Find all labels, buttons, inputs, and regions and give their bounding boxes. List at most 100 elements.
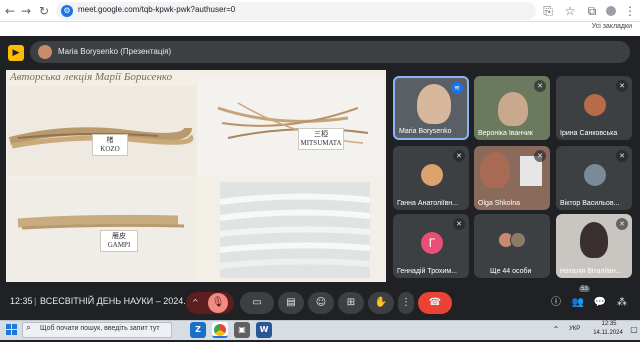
search-icon: ⌕ <box>26 323 32 333</box>
present-screen-icon[interactable]: ⊞ <box>347 297 355 308</box>
participant-video <box>580 222 608 258</box>
photos-app-icon[interactable]: ▣ <box>234 322 250 338</box>
zoom-app-icon[interactable]: Z <box>190 322 206 338</box>
reload-icon[interactable]: ↻ <box>36 3 52 19</box>
presenter-name: Maria Borysenko (Презентація) <box>58 47 172 56</box>
camera-icon[interactable]: ▭ <box>252 297 261 308</box>
activities-icon[interactable]: ⁂ <box>614 295 630 311</box>
photo-paper-stack <box>219 182 371 278</box>
participant-tile-iryna[interactable]: ✕ Ірина Санковська <box>556 76 632 140</box>
participant-avatar <box>584 94 606 116</box>
bookmarks-bar: Усі закладки <box>0 22 640 36</box>
info-icon[interactable]: ⓘ <box>548 295 564 311</box>
people-icon[interactable]: 👥 <box>570 295 586 311</box>
participant-name: Maria Borysenko <box>399 128 452 135</box>
emoji-icon[interactable]: ☺ <box>316 297 326 308</box>
search-placeholder: Щоб почати пошук, введіть запит тут <box>40 325 160 332</box>
back-icon[interactable]: ← <box>2 3 18 19</box>
url-text: meet.google.com/tqb-kpwk-pwk?authuser=0 <box>78 5 236 14</box>
all-bookmarks-button[interactable]: Усі закладки <box>592 23 632 30</box>
end-call-icon[interactable]: ☎ <box>429 297 441 308</box>
speaking-icon: ≋ <box>451 82 463 94</box>
network-icon[interactable]: ⌃ <box>548 322 564 338</box>
camera-toggle[interactable]: ▭ <box>240 292 274 314</box>
menu-dots-icon[interactable]: ⋮ <box>622 3 638 19</box>
language-indicator[interactable]: УКР <box>569 326 580 332</box>
mitsumata-fiber-icon <box>217 102 369 144</box>
captions-button[interactable]: ▤ <box>278 292 304 314</box>
taskbar-clock[interactable]: 12:35 <box>594 321 624 327</box>
chat-icon[interactable]: 💬 <box>592 295 608 311</box>
label-text-kozo: KOZO <box>100 145 120 153</box>
hand-icon[interactable]: ✋ <box>375 297 387 308</box>
address-bar[interactable]: ⚙ meet.google.com/tqb-kpwk-pwk?authuser=… <box>56 2 536 20</box>
kanji-gampi: 雁皮 <box>112 232 126 240</box>
reactions-button[interactable]: ☺ <box>308 292 334 314</box>
presenter-avatar <box>38 45 52 59</box>
chevron-up-icon[interactable]: ^ <box>192 292 199 314</box>
participant-name: Olga Shkolna <box>478 200 521 207</box>
mic-off-icon: ✕ <box>534 150 546 162</box>
participant-video <box>417 84 451 124</box>
microphone-toggle[interactable]: ^ 🎙 <box>186 292 234 314</box>
raise-hand-button[interactable]: ✋ <box>368 292 394 314</box>
label-gampi: 雁皮 GAMPI <box>100 230 138 252</box>
participant-video <box>498 92 528 126</box>
participant-name: Геннадій Трохим... <box>397 268 457 275</box>
chrome-app-icon[interactable] <box>212 322 228 338</box>
profile-avatar[interactable] <box>604 3 618 19</box>
more-vert-icon[interactable]: ⋮ <box>401 297 411 308</box>
mic-off-icon: ✕ <box>534 80 546 92</box>
participant-tile-veronika[interactable]: ✕ Вероніка Іванчик <box>474 76 550 140</box>
label-text-gampi: GAMPI <box>107 241 131 249</box>
label-kozo: 楮 KOZO <box>92 134 128 156</box>
participant-tile-maria[interactable]: ≋ Maria Borysenko <box>393 76 469 140</box>
participant-video <box>480 152 510 188</box>
browser-toolbar: ← → ↻ ⚙ meet.google.com/tqb-kpwk-pwk?aut… <box>0 0 640 22</box>
more-participants-label: Ще 44 особи <box>490 268 532 275</box>
label-mitsumata: 三椏 MITSUMATA <box>298 128 344 150</box>
paper-stack-icon <box>219 182 371 278</box>
participant-name: Ганна Анатоліївн... <box>397 200 459 207</box>
photo-gampi: 雁皮 GAMPI <box>8 178 196 280</box>
install-app-icon[interactable]: ⎘ <box>540 3 556 19</box>
participant-tile-olga[interactable]: ✕ Olga Shkolna <box>474 146 550 210</box>
participant-name: Вероніка Іванчик <box>478 130 533 137</box>
extensions-icon[interactable]: ⧉ <box>584 3 600 19</box>
meeting-clock: 12:35 <box>10 296 33 306</box>
meeting-title: ВСЕСВІТНІЙ ДЕНЬ НАУКИ – 2024. Ф... <box>40 296 203 306</box>
leave-call-button[interactable]: ☎ <box>418 292 452 314</box>
participant-tile-hanna[interactable]: ✕ Ганна Анатоліївн... <box>393 146 469 210</box>
notification-icon[interactable]: ▢ <box>626 322 640 338</box>
mic-off-icon: ✕ <box>453 150 465 162</box>
participant-name: Наталія Віталіївн... <box>560 268 622 275</box>
participant-tile-nataliia[interactable]: ✕ Наталія Віталіївн... <box>556 214 632 278</box>
kozo-fiber-icon <box>8 127 194 149</box>
people-count-badge: 53 <box>579 286 590 292</box>
gampi-fiber-icon <box>17 214 185 230</box>
captions-icon[interactable]: ▤ <box>286 297 295 308</box>
present-button[interactable]: ⊞ <box>338 292 364 314</box>
more-participants-tile[interactable]: Ще 44 особи <box>474 214 550 278</box>
label-text-mitsumata: MITSUMATA <box>300 139 342 147</box>
bookmark-star-icon[interactable]: ☆ <box>562 3 578 19</box>
participant-tile-viktor[interactable]: ✕ Віктор Васильов... <box>556 146 632 210</box>
mic-off-icon: ✕ <box>616 218 628 230</box>
participant-avatar <box>421 164 443 186</box>
participant-avatar: Г <box>421 232 443 254</box>
mic-off-icon[interactable]: 🎙 <box>208 293 228 313</box>
kanji-kozo: 楮 <box>106 136 114 144</box>
kanji-mitsumata: 三椏 <box>314 130 328 138</box>
participant-avatar <box>510 232 526 248</box>
photo-kozo: 楮 KOZO <box>8 86 196 176</box>
forward-icon[interactable]: → <box>18 3 34 19</box>
present-icon[interactable]: ▶ <box>8 45 24 61</box>
windows-start-icon[interactable] <box>6 324 18 336</box>
more-options-button[interactable]: ⋮ <box>398 292 414 314</box>
site-settings-icon[interactable]: ⚙ <box>61 5 73 17</box>
participant-name: Ірина Санковська <box>560 130 618 137</box>
participant-tile-hennadii[interactable]: Г ✕ Геннадій Трохим... <box>393 214 469 278</box>
presentation-slide: Авторська лекція Марії Борисенко 楮 KOZO … <box>6 70 386 282</box>
word-app-icon[interactable]: W <box>256 322 272 338</box>
taskbar-date[interactable]: 14.11.2024 <box>588 330 628 336</box>
